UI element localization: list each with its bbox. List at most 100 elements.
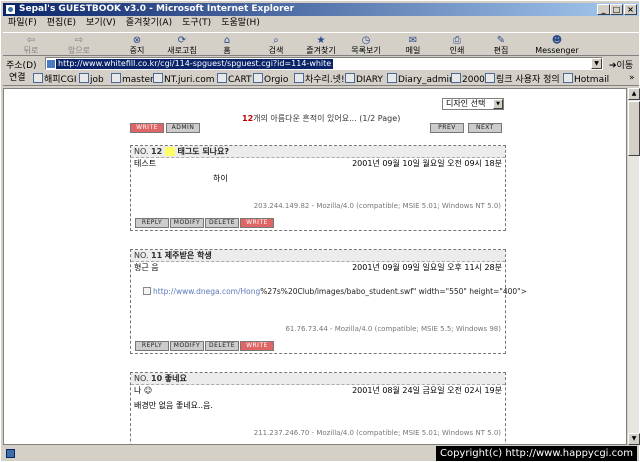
entry-actions: replymodifydeletewrite (135, 217, 275, 228)
minimize-button[interactable]: _ (597, 4, 610, 15)
title-bar: Sepal's GUESTBOOK v3.0 - Microsoft Inter… (3, 3, 639, 16)
go-button[interactable]: ➔이동 (609, 58, 633, 71)
window-title: Sepal's GUESTBOOK v3.0 - Microsoft Inter… (19, 4, 295, 14)
design-select[interactable]: 디자인 선택 ▼ (442, 98, 504, 110)
back-button[interactable]: ⇦ 뒤로 (9, 35, 53, 56)
stop-button[interactable]: ⊗ 중지 (115, 35, 159, 56)
scroll-thumb[interactable] (628, 101, 640, 156)
edit-button[interactable]: ✎ 편집 (479, 35, 523, 56)
embed-link[interactable]: http://www.dnega.com/Hong (153, 287, 260, 296)
vertical-scrollbar[interactable]: ▲ ▼ (627, 88, 640, 445)
modify-button[interactable]: modify (170, 341, 204, 351)
entry-number: 10 (151, 374, 163, 383)
print-icon: ⎙ (453, 35, 461, 46)
delete-button[interactable]: delete (205, 341, 239, 351)
link-2000[interactable]: 2000 (451, 73, 485, 86)
scroll-down-icon[interactable]: ▼ (628, 433, 640, 445)
page-icon (47, 60, 55, 68)
entry-author: 테스트 (134, 159, 157, 168)
delete-button[interactable]: delete (205, 218, 239, 228)
links-more-icon[interactable]: » (629, 73, 635, 84)
home-icon: ⌂ (223, 35, 231, 46)
menu-edit[interactable]: 편집(E) (42, 16, 81, 31)
copyright-text: Copyright(c) http://www.happycgi.com (435, 446, 637, 461)
entry-write-button[interactable]: write (240, 341, 274, 351)
entry-useragent: 203.244.149.82 - Mozilla/4.0 (compatible… (253, 202, 501, 210)
link-happycgi[interactable]: 해피CGI (33, 73, 76, 86)
write-button[interactable]: write (130, 123, 164, 133)
print-button[interactable]: ⎙ 인쇄 (435, 35, 479, 56)
menu-file[interactable]: 파일(F) (3, 16, 42, 31)
history-button[interactable]: ◷ 목록보기 (344, 35, 388, 56)
search-button[interactable]: ⌕ 검색 (254, 35, 298, 56)
address-input[interactable]: http://www.whitefill.co.kr/cgi/114-spgue… (45, 57, 603, 70)
menu-tools[interactable]: 도구(T) (177, 16, 216, 31)
link-nt-juri[interactable]: NT.juri.com (153, 73, 215, 86)
modify-button[interactable]: modify (170, 218, 204, 228)
page-viewport: 디자인 선택 ▼ 12개의 아름다운 흔적이 있어요... (1/2 Page)… (3, 88, 627, 445)
mail-icon: ✉ (408, 35, 418, 46)
back-arrow-icon: ⇦ (26, 35, 36, 46)
entry-author: 형근 음 (134, 263, 159, 272)
browser-window: Sepal's GUESTBOOK v3.0 - Microsoft Inter… (0, 0, 640, 462)
link-custom[interactable]: 링크 사용자 정의 (485, 73, 560, 86)
entry-meta: 테스트 2001년 09월 10일 월요일 오전 09시 18분 (131, 158, 505, 170)
link-diary-admin[interactable]: Diary_admin (387, 73, 455, 86)
menu-bar: 파일(F) 편집(E) 보기(V) 즐겨찾기(A) 도구(T) 도움말(H) (3, 16, 639, 31)
link-master[interactable]: master (111, 73, 154, 86)
entry-date: 2001년 08월 24일 금요일 오전 02시 19분 (352, 386, 502, 395)
home-button[interactable]: ⌂ 홈 (205, 35, 249, 56)
favorites-icon: ★ (316, 35, 326, 46)
link-orgio[interactable]: Orgio (253, 73, 288, 86)
entry-write-button[interactable]: write (240, 218, 274, 228)
entry-header: NO. 11 제주받은 학생 (131, 250, 505, 262)
guestbook-entry: NO. 12 태그도 되나요? 테스트 2001년 09월 10일 월요일 오전… (130, 145, 506, 231)
link-cart[interactable]: CART (217, 73, 252, 86)
forward-button[interactable]: ⇨ 앞으로 (57, 35, 101, 56)
link-chasuri[interactable]: 차수리.넷! (294, 73, 345, 86)
subject-highlight (164, 147, 175, 156)
entry-date: 2001년 09월 10일 월요일 오전 09시 18분 (352, 159, 502, 168)
toolbar: ⇦ 뒤로 ⇨ 앞으로 ⊗ 중지 ⟳ 새로고침 ⌂ 홈 ⌕ 검색 ★ 즐겨찾기 ◷ 목록보기 ✉ 메… (3, 32, 639, 56)
ie-app-icon (5, 4, 16, 15)
forward-arrow-icon: ⇨ (74, 35, 84, 46)
menu-help[interactable]: 도움말(H) (216, 16, 265, 31)
history-icon: ◷ (361, 35, 371, 46)
link-diary[interactable]: DIARY (345, 73, 383, 86)
entry-body: 배경만 없음 좋네요..음. (134, 401, 213, 410)
link-job[interactable]: job (79, 73, 104, 86)
address-dropdown-icon[interactable]: ▼ (591, 58, 602, 69)
entry-actions: replymodifydeletewrite (135, 340, 275, 351)
admin-button[interactable]: admin (166, 123, 200, 133)
menu-favorites[interactable]: 즐겨찾기(A) (121, 16, 177, 31)
design-select-arrow-icon[interactable]: ▼ (493, 99, 503, 109)
entry-meta: 형근 음 2001년 09월 09일 일요일 오후 11시 28분 (131, 262, 505, 274)
prev-button[interactable]: prev (430, 123, 464, 133)
reply-button[interactable]: reply (135, 218, 169, 228)
favorites-button[interactable]: ★ 즐겨찾기 (299, 35, 343, 56)
entry-useragent: 61.76.73.44 - Mozilla/4.0 (compatible; M… (285, 325, 501, 333)
mail-button[interactable]: ✉ 메일 (391, 35, 435, 56)
guestbook-entry: NO. 11 제주받은 학생 형근 음 2001년 09월 09일 일요일 오후… (130, 249, 527, 354)
close-button[interactable]: × (624, 4, 637, 15)
scroll-up-icon[interactable]: ▲ (628, 88, 640, 100)
entry-date: 2001년 09월 09일 일요일 오후 11시 28분 (352, 263, 502, 272)
messenger-button[interactable]: ☻ Messenger (529, 35, 585, 56)
links-label: 연결 (9, 73, 26, 83)
link-hotmail[interactable]: Hotmail (563, 73, 609, 86)
search-icon: ⌕ (273, 35, 279, 46)
address-url[interactable]: http://www.whitefill.co.kr/cgi/114-spgue… (56, 59, 334, 69)
next-button[interactable]: next (468, 123, 502, 133)
menu-view[interactable]: 보기(V) (81, 16, 121, 31)
messenger-icon: ☻ (551, 35, 563, 46)
reply-button[interactable]: reply (135, 341, 169, 351)
entry-meta: 나 ☺ 2001년 08월 24일 금요일 오전 02시 19분 (131, 385, 505, 397)
broken-embed-icon (143, 287, 151, 295)
guestbook-entry: NO. 10 좋네요 나 ☺ 2001년 08월 24일 금요일 오전 02시 … (130, 372, 506, 444)
entry-count: 12개의 아름다운 흔적이 있어요... (1/2 Page) (242, 114, 401, 123)
maximize-button[interactable]: □ (610, 4, 623, 15)
stop-icon: ⊗ (132, 35, 142, 46)
refresh-icon: ⟳ (177, 35, 187, 46)
page-done-icon (6, 449, 15, 458)
refresh-button[interactable]: ⟳ 새로고침 (160, 35, 204, 56)
